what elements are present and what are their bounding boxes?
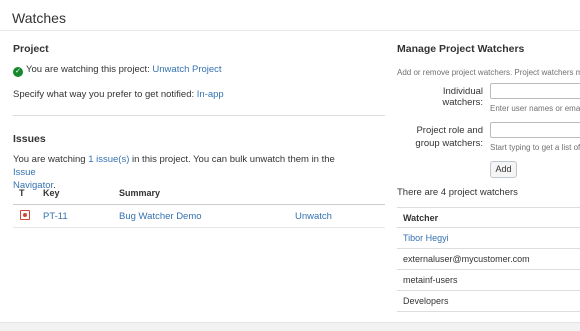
issues-heading: Issues <box>13 133 46 145</box>
column-action <box>295 186 385 205</box>
notify-in-app-link[interactable]: In-app <box>197 89 224 100</box>
issue-action-cell: Unwatch <box>295 204 385 228</box>
table-row: Developers <box>397 290 580 312</box>
unwatch-issue-link[interactable]: Unwatch <box>295 211 332 222</box>
watcher-cell: Developers <box>397 290 580 312</box>
add-watcher-button[interactable]: Add <box>490 161 517 178</box>
column-key: Key <box>43 186 119 205</box>
column-watcher: Watcher <box>397 207 580 228</box>
issue-count-link[interactable]: 1 issue(s) <box>88 154 129 165</box>
individual-watchers-hint: Enter user names or emai <box>490 104 580 113</box>
bug-icon <box>20 210 30 220</box>
unwatch-project-link[interactable]: Unwatch Project <box>152 64 221 75</box>
title-divider <box>0 30 580 31</box>
issue-summary-link[interactable]: Bug Watcher Demo <box>119 211 202 222</box>
notify-text: Specify what way you prefer to get notif… <box>13 89 195 100</box>
group-watchers-input[interactable] <box>490 122 580 138</box>
group-label-line2: group watchers: <box>415 138 483 149</box>
watchers-table: Watcher Tibor Hegyi externaluser@mycusto… <box>397 207 580 312</box>
issue-key-link[interactable]: PT-11 <box>43 211 68 222</box>
watchers-table-header: Watcher <box>397 207 580 228</box>
table-row: Tibor Hegyi <box>397 227 580 249</box>
group-label-line1: Project role and <box>416 125 483 136</box>
table-row: metainf-users <box>397 269 580 291</box>
watcher-cell: Tibor Hegyi <box>397 227 580 249</box>
notify-preference: Specify what way you prefer to get notif… <box>13 89 224 100</box>
checkmark-icon: ✓ <box>13 67 23 77</box>
project-heading: Project <box>13 43 49 55</box>
project-watch-status: ✓ You are watching this project: Unwatch … <box>13 64 222 77</box>
issues-mid-text: in this project. You can bulk unwatch th… <box>132 154 335 165</box>
watcher-cell: metainf-users <box>397 269 580 291</box>
watcher-cell: externaluser@mycustomer.com <box>397 248 580 270</box>
column-type: T <box>13 186 43 205</box>
group-watchers-hint: Start typing to get a list of p <box>490 143 580 152</box>
issue-type-cell <box>13 204 43 228</box>
section-divider <box>13 115 385 116</box>
table-row: PT-11 Bug Watcher Demo Unwatch <box>13 204 385 228</box>
watcher-count-text: There are 4 project watchers <box>397 187 518 198</box>
issues-table-header: T Key Summary <box>13 186 385 205</box>
issue-summary-cell: Bug Watcher Demo <box>119 204 295 228</box>
issues-prefix: You are watching <box>13 154 86 165</box>
watcher-user-link[interactable]: Tibor Hegyi <box>403 233 449 243</box>
column-summary: Summary <box>119 186 295 205</box>
table-row: externaluser@mycustomer.com <box>397 248 580 270</box>
group-watchers-label: Project role and group watchers: <box>401 124 483 150</box>
manage-heading: Manage Project Watchers <box>397 43 525 55</box>
issues-table: T Key Summary PT-11 Bug Watcher Demo Unw… <box>13 186 385 228</box>
individual-watchers-input[interactable] <box>490 83 580 99</box>
manage-watchers-panel: Manage Project Watchers Add or remove pr… <box>397 40 580 322</box>
individual-watchers-label: Individual watchers: <box>442 86 483 108</box>
issue-navigator-link-part1: Issue <box>13 167 36 178</box>
issue-key-cell: PT-11 <box>43 204 119 228</box>
project-watching-text: You are watching this project: <box>26 64 150 75</box>
page-title: Watches <box>12 10 66 26</box>
manage-description: Add or remove project watchers. Project … <box>397 68 580 77</box>
